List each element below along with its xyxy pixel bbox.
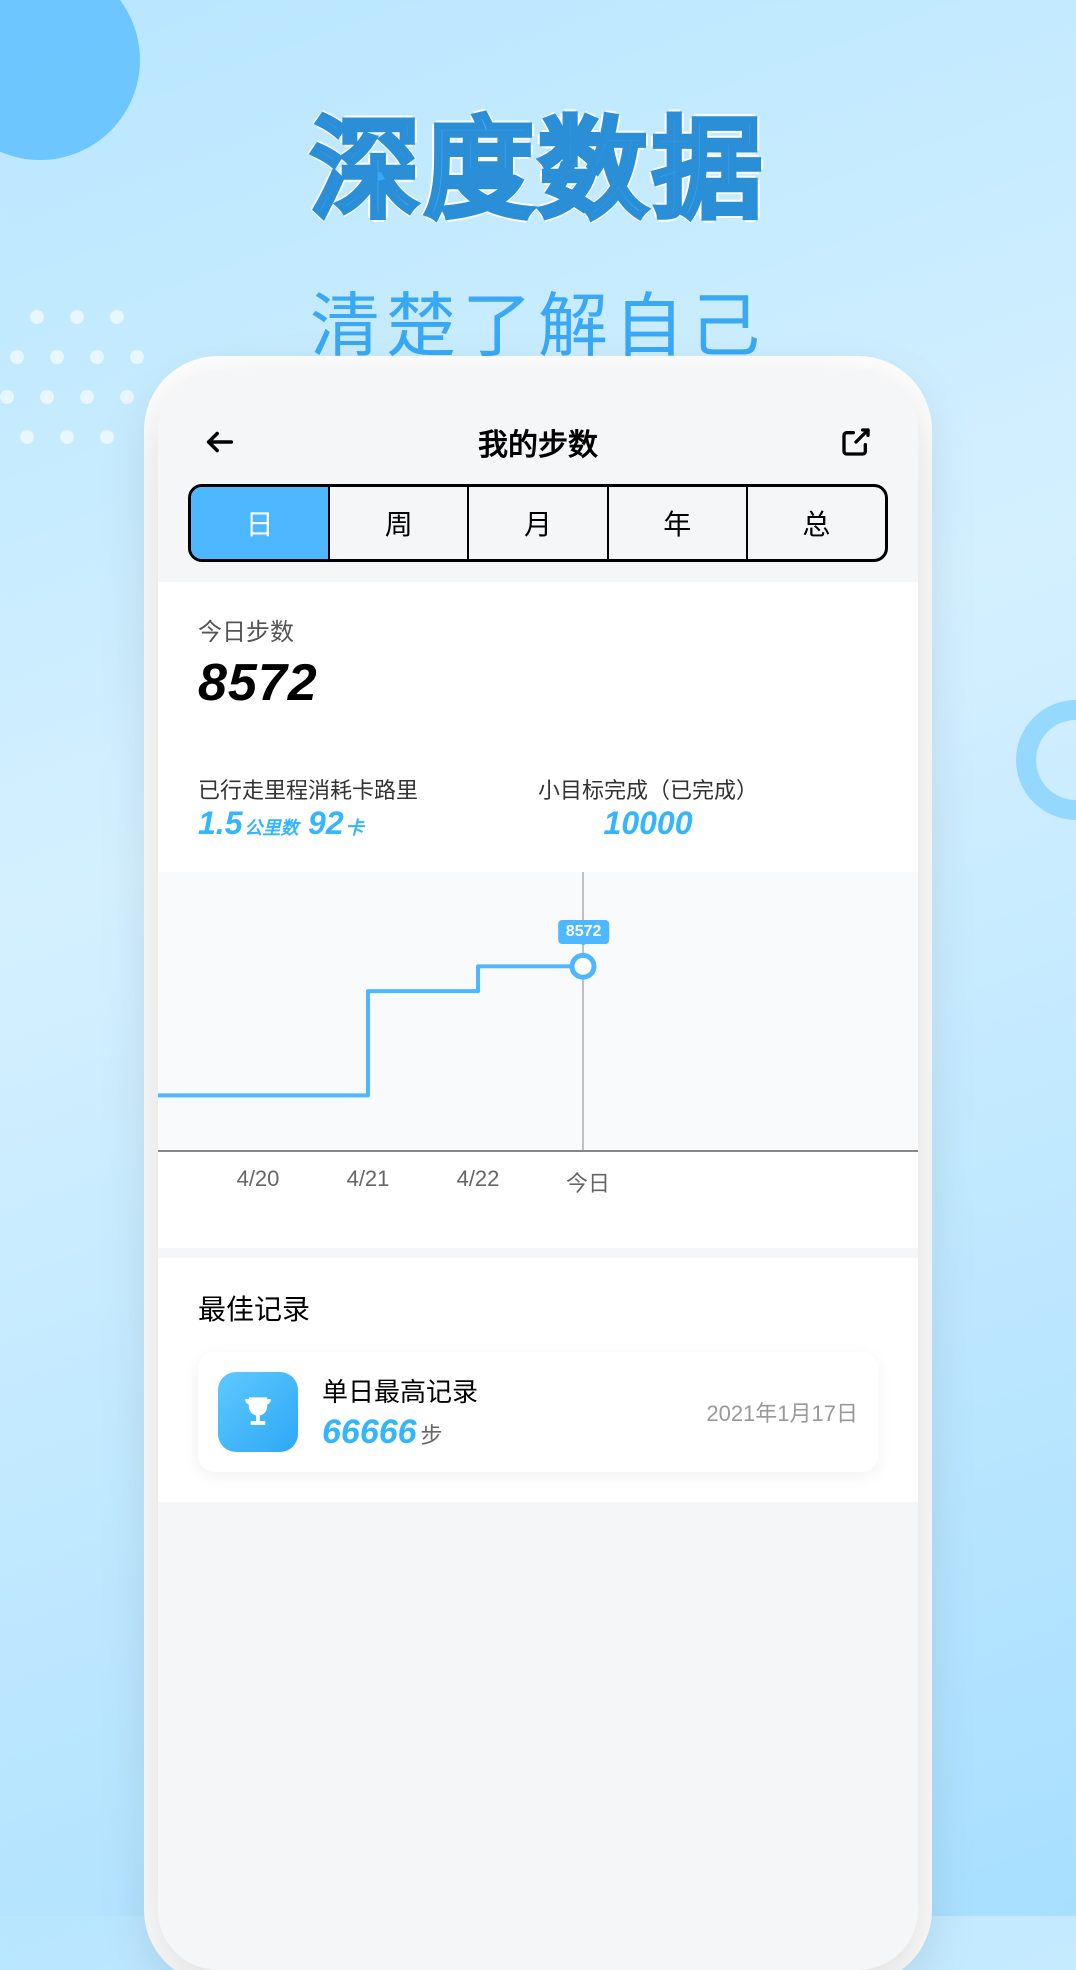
decorative-ring bbox=[1016, 700, 1076, 820]
stat-calories: 消耗卡路里 92卡 bbox=[308, 773, 418, 842]
records-title: 最佳记录 bbox=[198, 1288, 878, 1328]
chart-highlight-badge: 8572 bbox=[558, 920, 610, 944]
x-tick: 4/20 bbox=[218, 1166, 298, 1198]
segment-month[interactable]: 月 bbox=[469, 487, 608, 559]
phone-frame: 我的步数 日 周 月 年 总 今日步数 8572 已行走里程 1.5公里数 消耗… bbox=[158, 370, 918, 1970]
segment-year[interactable]: 年 bbox=[609, 487, 748, 559]
trophy-icon bbox=[218, 1372, 298, 1452]
record-unit: 步 bbox=[421, 1423, 443, 1448]
back-icon[interactable] bbox=[198, 420, 242, 464]
record-card[interactable]: 单日最高记录 66666步 2021年1月17日 bbox=[198, 1352, 878, 1472]
today-steps-value: 8572 bbox=[198, 653, 878, 713]
stat-goal: 小目标完成（已完成） 10000 bbox=[418, 773, 878, 842]
today-steps-label: 今日步数 bbox=[198, 612, 878, 647]
stats-row: 已行走里程 1.5公里数 消耗卡路里 92卡 小目标完成（已完成） 10000 bbox=[198, 773, 878, 872]
x-tick: 4/21 bbox=[328, 1166, 408, 1198]
stat-value: 10000 bbox=[604, 805, 693, 841]
main-content: 今日步数 8572 已行走里程 1.5公里数 消耗卡路里 92卡 小目标完成（已… bbox=[158, 582, 918, 1248]
x-tick: 今日 bbox=[548, 1166, 628, 1198]
segment-total[interactable]: 总 bbox=[748, 487, 885, 559]
record-label: 单日最高记录 bbox=[322, 1372, 706, 1409]
x-tick: 4/22 bbox=[438, 1166, 518, 1198]
record-value: 66666 bbox=[322, 1413, 417, 1451]
segment-day[interactable]: 日 bbox=[191, 487, 330, 559]
stat-label: 消耗卡路里 bbox=[308, 773, 418, 805]
record-date: 2021年1月17日 bbox=[706, 1396, 858, 1428]
decorative-dots bbox=[0, 300, 170, 500]
stat-value: 92 bbox=[308, 805, 344, 841]
stat-distance: 已行走里程 1.5公里数 bbox=[198, 773, 308, 842]
stat-value: 1.5 bbox=[198, 805, 242, 841]
hero-title: 深度数据 bbox=[0, 0, 1076, 240]
share-icon[interactable] bbox=[834, 420, 878, 464]
segment-week[interactable]: 周 bbox=[330, 487, 469, 559]
stat-label: 小目标完成（已完成） bbox=[418, 773, 878, 805]
page-title: 我的步数 bbox=[478, 420, 598, 464]
stat-unit: 卡 bbox=[346, 818, 364, 838]
chart-x-axis: 4/20 4/21 4/22 今日 bbox=[178, 1152, 918, 1238]
best-records-section: 最佳记录 单日最高记录 66666步 2021年1月17日 bbox=[158, 1258, 918, 1502]
time-range-segmented: 日 周 月 年 总 bbox=[188, 484, 888, 562]
app-header: 我的步数 bbox=[158, 410, 918, 484]
steps-chart[interactable]: 8572 bbox=[158, 872, 918, 1152]
stat-label: 已行走里程 bbox=[198, 773, 308, 805]
stat-unit: 公里数 bbox=[244, 818, 298, 838]
